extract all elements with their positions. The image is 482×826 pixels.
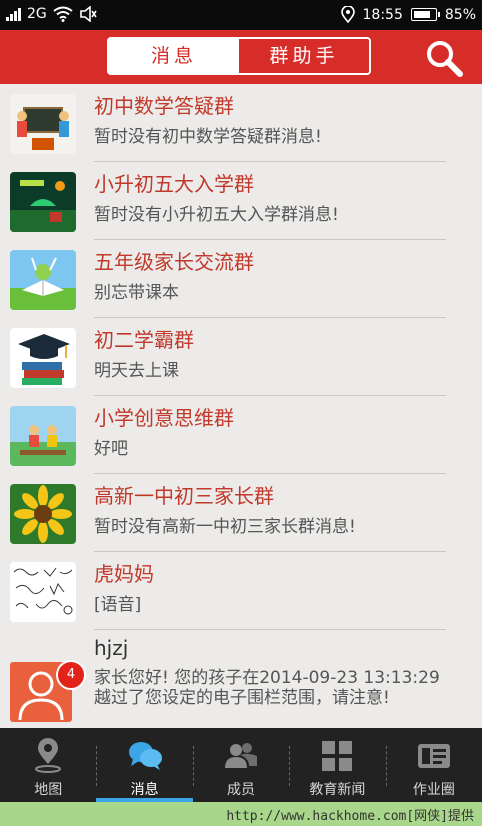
conversation-item[interactable]: 高新一中初三家长群 暂时没有高新一中初三家长群消息!: [0, 474, 482, 552]
nav-map[interactable]: 地图: [0, 728, 96, 802]
network-type: 2G: [27, 6, 47, 22]
conversation-preview: [语音]: [94, 595, 142, 615]
conversation-item[interactable]: 初二学霸群 明天去上课: [0, 318, 482, 396]
nav-label: 教育新闻: [309, 782, 366, 798]
signal-icon: [6, 7, 21, 21]
app-header: 消息 群助手: [0, 30, 482, 84]
conversation-name: hjzj: [94, 636, 129, 660]
nav-label: 地图: [34, 782, 63, 798]
bottom-nav: 地图 消息 成员 教育新闻 作业圈: [0, 728, 482, 802]
unread-badge: 4: [56, 660, 86, 690]
chat-bubbles-icon: [128, 742, 162, 770]
conversation-name: 五年级家长交流群: [94, 250, 254, 274]
conversation-name: 小学创意思维群: [94, 406, 234, 430]
conversation-item[interactable]: 初中数学答疑群 暂时没有初中数学答疑群消息!: [0, 84, 482, 162]
members-icon: [225, 743, 258, 768]
conversation-name: 高新一中初三家长群: [94, 484, 274, 508]
nav-label: 作业圈: [412, 782, 455, 798]
conversation-preview: 家长您好! 您的孩子在2014-09-23 13:13:29越过了您设定的电子围…: [94, 668, 440, 708]
conversation-item[interactable]: 虎妈妈 [语音]: [0, 552, 482, 630]
conversation-preview: 好吧: [94, 439, 128, 459]
nav-label: 成员: [227, 782, 256, 798]
battery-icon: [410, 8, 440, 21]
search-icon[interactable]: [424, 38, 464, 78]
conversation-preview: 暂时没有高新一中初三家长群消息!: [94, 517, 356, 537]
news-grid-icon: [322, 741, 353, 771]
location-icon: [340, 6, 355, 23]
watermark-text: http://www.hackhome.com[网侠]提供: [226, 809, 474, 824]
wifi-icon: [53, 6, 73, 22]
conversation-item[interactable]: 小升初五大入学群 暂时没有小升初五大入学群消息!: [0, 162, 482, 240]
conversation-list: 初中数学答疑群 暂时没有初中数学答疑群消息! 小升初五大入学群 暂时没有小升初五…: [0, 84, 482, 728]
group-avatar: [10, 328, 76, 388]
app-screen: 2G 18:55 85% 消息 群助手 初中数学答疑群 暂时没有初中数学答疑群消…: [0, 0, 482, 802]
group-avatar: [10, 484, 76, 544]
conversation-item[interactable]: 4 hjzj 家长您好! 您的孩子在2014-09-23 13:13:29越过了…: [0, 630, 482, 728]
tab-messages[interactable]: 消息: [109, 39, 239, 73]
conversation-preview: 暂时没有小升初五大入学群消息!: [94, 205, 339, 225]
homework-card-icon: [417, 744, 450, 768]
group-avatar: [10, 94, 76, 154]
group-avatar: [10, 406, 76, 466]
conversation-name: 虎妈妈: [94, 562, 154, 586]
volume-icon: [79, 6, 97, 22]
conversation-name: 初二学霸群: [94, 328, 194, 352]
contact-avatar: [10, 562, 76, 622]
status-bar: 2G 18:55 85%: [0, 0, 482, 30]
conversation-item[interactable]: 小学创意思维群 好吧: [0, 396, 482, 474]
conversation-item[interactable]: 五年级家长交流群 别忘带课本: [0, 240, 482, 318]
tab-group-assistant[interactable]: 群助手: [239, 39, 369, 73]
group-avatar: [10, 250, 76, 310]
conversation-preview: 别忘带课本: [94, 283, 179, 303]
watermark-strip: http://www.hackhome.com[网侠]提供: [0, 802, 482, 826]
map-pin-icon: [35, 738, 62, 773]
nav-messages[interactable]: 消息: [96, 728, 194, 802]
conversation-name: 小升初五大入学群: [94, 172, 254, 196]
segmented-tabs: 消息 群助手: [107, 37, 371, 75]
group-avatar: [10, 172, 76, 232]
nav-education-news[interactable]: 教育新闻: [289, 728, 385, 802]
battery-percent: 85%: [444, 6, 476, 23]
nav-homework[interactable]: 作业圈: [385, 728, 482, 802]
conversation-name: 初中数学答疑群: [94, 94, 234, 118]
conversation-preview: 暂时没有初中数学答疑群消息!: [94, 127, 322, 147]
nav-members[interactable]: 成员: [192, 728, 289, 802]
nav-label: 消息: [130, 782, 159, 798]
clock: 18:55: [362, 6, 403, 23]
conversation-preview: 明天去上课: [94, 361, 179, 381]
